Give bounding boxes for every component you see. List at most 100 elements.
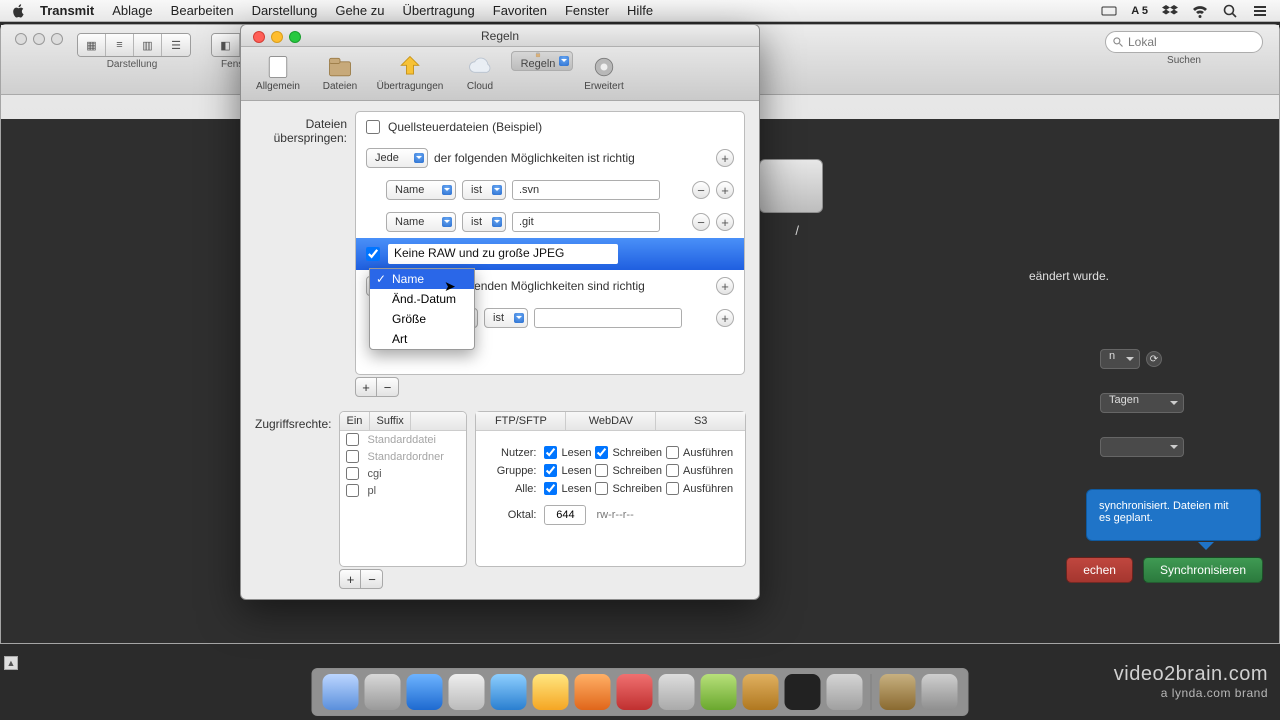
all-read[interactable] bbox=[544, 482, 557, 495]
rules-remove[interactable]: − bbox=[377, 377, 399, 397]
search-input[interactable]: Lokal bbox=[1105, 31, 1263, 53]
menu-bearbeiten[interactable]: Bearbeiten bbox=[171, 3, 234, 18]
menu-gehezu[interactable]: Gehe zu bbox=[335, 3, 384, 18]
cond2-field[interactable]: Name bbox=[386, 212, 456, 232]
cond2-add[interactable]: + bbox=[716, 213, 734, 231]
perm-tab-s3[interactable]: S3 bbox=[656, 412, 745, 430]
cond3-value[interactable] bbox=[534, 308, 682, 328]
opt-refresh[interactable]: ⟳ bbox=[1146, 351, 1162, 367]
menu-ablage[interactable]: Ablage bbox=[112, 3, 152, 18]
dock-opera[interactable] bbox=[617, 674, 653, 710]
sync-button[interactable]: Synchronisieren bbox=[1143, 557, 1263, 583]
cond2-op[interactable]: ist bbox=[462, 212, 506, 232]
cond1-add[interactable]: + bbox=[716, 181, 734, 199]
all-write[interactable] bbox=[595, 482, 608, 495]
menu-darstellung[interactable]: Darstellung bbox=[252, 3, 318, 18]
cond1-value[interactable]: .svn bbox=[512, 180, 660, 200]
dock-chrome[interactable] bbox=[533, 674, 569, 710]
dock-trash[interactable] bbox=[922, 674, 958, 710]
row-stdfile-cb[interactable] bbox=[346, 433, 359, 446]
field-dropdown[interactable]: Name Änd.-Datum Größe Art bbox=[369, 268, 475, 350]
dock-terminal[interactable] bbox=[785, 674, 821, 710]
prefs-zoom[interactable] bbox=[289, 31, 301, 43]
view-icon-2[interactable]: ≡ bbox=[106, 34, 134, 56]
tab-uebertragungen[interactable]: Übertragungen bbox=[371, 51, 449, 92]
prefs-minimize[interactable] bbox=[271, 31, 283, 43]
cond3-op[interactable]: ist bbox=[484, 308, 528, 328]
dd-kind[interactable]: Art bbox=[370, 329, 474, 349]
rule1-add[interactable]: + bbox=[716, 149, 734, 167]
rule2-checkbox[interactable] bbox=[366, 247, 380, 261]
dd-date[interactable]: Änd.-Datum bbox=[370, 289, 474, 309]
dock-safari[interactable] bbox=[491, 674, 527, 710]
prefs-close[interactable] bbox=[253, 31, 265, 43]
dock-appstore[interactable] bbox=[407, 674, 443, 710]
menu-hilfe[interactable]: Hilfe bbox=[627, 3, 653, 18]
dock-app[interactable] bbox=[365, 674, 401, 710]
notifications-icon[interactable] bbox=[1252, 3, 1268, 19]
rule1-match[interactable]: Jede bbox=[366, 148, 428, 168]
group-exec[interactable] bbox=[666, 464, 679, 477]
tab-erweitert[interactable]: Erweitert bbox=[573, 51, 635, 92]
cond2-value[interactable]: .git bbox=[512, 212, 660, 232]
dock-app2[interactable] bbox=[743, 674, 779, 710]
wifi-icon[interactable] bbox=[1192, 3, 1208, 19]
minimize-dim[interactable] bbox=[33, 33, 45, 45]
menu-favoriten[interactable]: Favoriten bbox=[493, 3, 547, 18]
oct-input[interactable] bbox=[544, 505, 586, 525]
all-exec[interactable] bbox=[666, 482, 679, 495]
tab-cloud[interactable]: Cloud bbox=[449, 51, 511, 92]
user-read[interactable] bbox=[544, 446, 557, 459]
rule2-row[interactable]: Keine RAW und zu große JPEG bbox=[356, 238, 744, 270]
group-read[interactable] bbox=[544, 464, 557, 477]
dock-utilities[interactable] bbox=[827, 674, 863, 710]
col-on[interactable]: Ein bbox=[340, 412, 370, 430]
zoom-dim[interactable] bbox=[51, 33, 63, 45]
rules-add[interactable]: + bbox=[355, 377, 377, 397]
dd-size[interactable]: Größe bbox=[370, 309, 474, 329]
app-name[interactable]: Transmit bbox=[40, 3, 94, 18]
group-write[interactable] bbox=[595, 464, 608, 477]
tab-allgemein[interactable]: Allgemein bbox=[247, 51, 309, 92]
cond2-remove[interactable]: − bbox=[692, 213, 710, 231]
row-cgi-cb[interactable] bbox=[346, 467, 359, 480]
dock-mail[interactable] bbox=[449, 674, 485, 710]
user-write[interactable] bbox=[595, 446, 608, 459]
spotlight-icon[interactable] bbox=[1222, 3, 1238, 19]
menu-fenster[interactable]: Fenster bbox=[565, 3, 609, 18]
col-suffix[interactable]: Suffix bbox=[370, 412, 410, 430]
row-pl-cb[interactable] bbox=[346, 484, 359, 497]
close-dim[interactable] bbox=[15, 33, 27, 45]
dock-coda[interactable] bbox=[701, 674, 737, 710]
perms-add[interactable]: + bbox=[339, 569, 361, 589]
window-icon-1[interactable]: ◧ bbox=[212, 34, 240, 56]
tab-regeln[interactable]: Regeln bbox=[511, 51, 573, 71]
tray-icon[interactable] bbox=[1101, 3, 1117, 19]
row-stdfolder-cb[interactable] bbox=[346, 450, 359, 463]
rule2-title[interactable]: Keine RAW und zu große JPEG bbox=[388, 244, 618, 264]
opt-select-3[interactable] bbox=[1100, 437, 1184, 457]
rule1-checkbox[interactable] bbox=[366, 120, 380, 134]
cond3-add[interactable]: + bbox=[716, 309, 734, 327]
perm-tab-webdav[interactable]: WebDAV bbox=[566, 412, 656, 430]
dock-firefox[interactable] bbox=[575, 674, 611, 710]
adobe-icon[interactable]: A 5 bbox=[1131, 5, 1148, 17]
perms-remove[interactable]: − bbox=[361, 569, 383, 589]
opt-select-1[interactable]: n bbox=[1100, 349, 1140, 369]
view-icon-1[interactable]: ▦ bbox=[78, 34, 106, 56]
rule2-add[interactable]: + bbox=[716, 277, 734, 295]
opt-select-2[interactable]: Tagen bbox=[1100, 393, 1184, 413]
cond1-field[interactable]: Name bbox=[386, 180, 456, 200]
perm-tab-ftp[interactable]: FTP/SFTP bbox=[476, 412, 566, 430]
dock-finder[interactable] bbox=[323, 674, 359, 710]
dock-transmit[interactable] bbox=[659, 674, 695, 710]
view-icon-3[interactable]: ▥ bbox=[134, 34, 162, 56]
dd-name[interactable]: Name bbox=[370, 269, 474, 289]
cond1-remove[interactable]: − bbox=[692, 181, 710, 199]
cancel-button[interactable]: echen bbox=[1066, 557, 1133, 583]
dock-folder[interactable] bbox=[880, 674, 916, 710]
resize-handle[interactable]: ▲ bbox=[4, 656, 18, 670]
menu-uebertragung[interactable]: Übertragung bbox=[402, 3, 474, 18]
user-exec[interactable] bbox=[666, 446, 679, 459]
view-segment[interactable]: ▦ ≡ ▥ ☰ bbox=[77, 33, 191, 57]
